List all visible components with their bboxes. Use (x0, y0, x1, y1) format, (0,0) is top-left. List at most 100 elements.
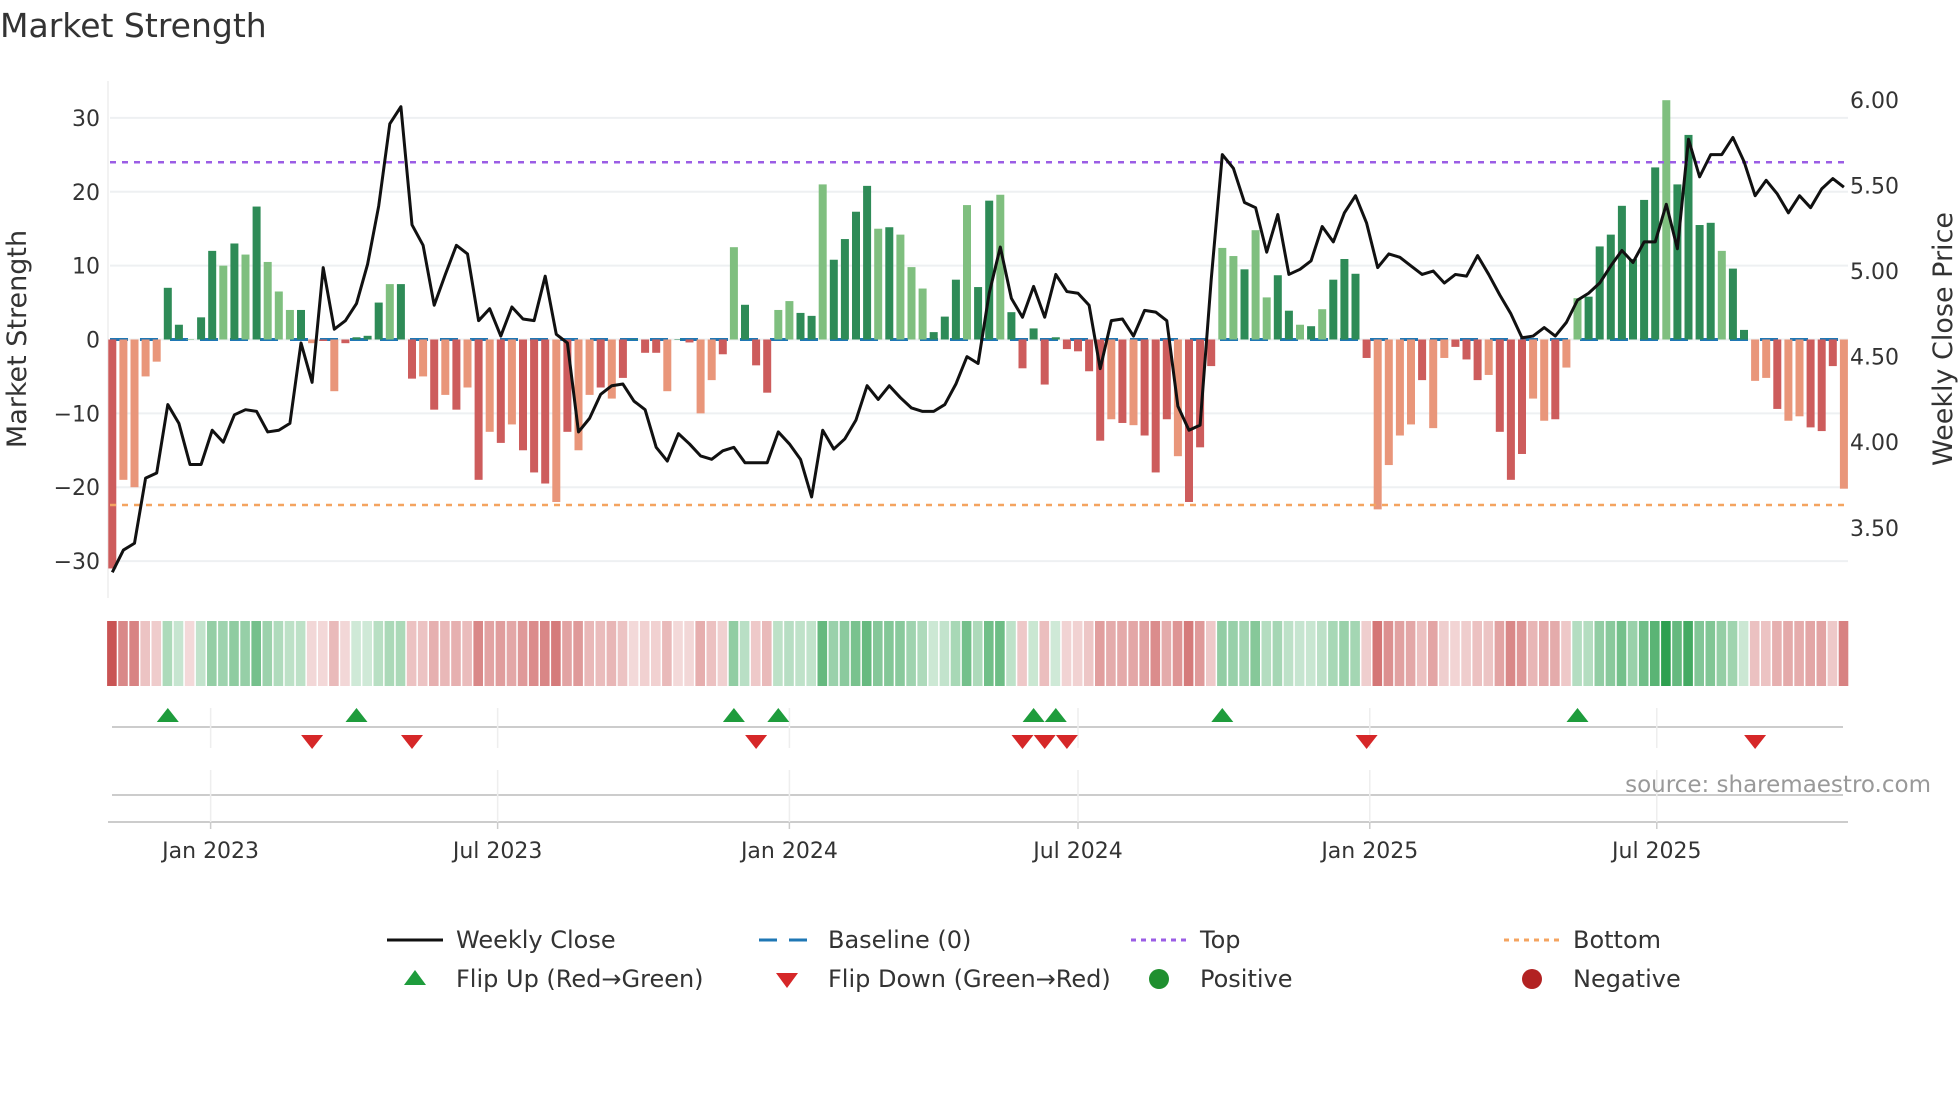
strength-bar (1595, 246, 1604, 340)
y-axis-label: Market Strength (2, 230, 33, 448)
strength-strip-cell (1006, 621, 1016, 686)
strength-strip-cell (1139, 621, 1149, 686)
strength-strip-cell (884, 621, 894, 686)
strength-bar (1440, 339, 1449, 358)
strength-bar (996, 194, 1005, 340)
strength-bar (1617, 205, 1626, 340)
strength-strip-cell (984, 621, 994, 686)
strength-bar (1129, 339, 1138, 426)
strength-bar (618, 339, 627, 378)
strength-strip-cell (1783, 621, 1793, 686)
strength-strip-cell (340, 621, 350, 686)
strength-bar (1706, 222, 1715, 340)
legend-triangle-up-icon (404, 970, 426, 985)
legend-item-dot-bottom: Bottom (1504, 926, 1661, 954)
strength-strip-cell (606, 621, 617, 686)
strength-strip-cell (1072, 621, 1083, 686)
strength-strip-cell (950, 621, 961, 686)
strength-strip-cell (129, 621, 139, 686)
strength-bar (519, 339, 527, 451)
strength-strip-cell (395, 621, 406, 686)
x-tick-label: Jul 2024 (1031, 839, 1123, 864)
strength-bar (341, 339, 350, 344)
strength-strip-cell (1594, 621, 1605, 686)
legend-circle-positive-icon (1149, 969, 1169, 989)
market-strength-chart: 30 20 10 0 −10 −20 −30 6.00 5.50 5.00 4.50 4.00 3.50… (2, 81, 1959, 993)
strength-strip-cell (273, 621, 284, 686)
strength-bar (774, 309, 783, 340)
strength-bar (1373, 339, 1382, 510)
strength-strip-cell (1050, 621, 1061, 686)
strength-strip-cell (1061, 621, 1072, 686)
strength-strip-cell (1017, 621, 1027, 686)
strength-strip-cell (195, 621, 206, 686)
strength-bar (1118, 339, 1127, 423)
strength-bar (585, 339, 594, 395)
strength-bar (419, 339, 428, 377)
legend-item-circle-neg: Negative (1522, 965, 1681, 993)
strength-bar (885, 227, 894, 340)
y-tick-label: −20 (54, 476, 100, 501)
strength-bar (741, 304, 749, 340)
strength-strip-cell (1561, 621, 1571, 686)
strength-strip-cell (928, 621, 939, 686)
strength-bar (596, 339, 605, 388)
legend-item-tri-up: Flip Up (Red→Green) (404, 965, 704, 993)
y-tick-label: 0 (86, 329, 100, 354)
strength-bar (1484, 339, 1493, 375)
strength-strip-cell (1661, 621, 1671, 686)
flip-down-marker (1033, 735, 1056, 749)
legend-item-circle-pos: Positive (1149, 965, 1293, 993)
strength-bar (729, 247, 738, 340)
strength-strip-cell (1194, 621, 1205, 686)
strength-bar (1817, 339, 1826, 432)
strength-strip-cell (184, 621, 195, 686)
strength-strip-cell (828, 621, 839, 686)
strength-strip-cell (850, 621, 861, 686)
strength-strip-cell (1483, 621, 1494, 686)
y-tick-label: −10 (54, 402, 100, 427)
strength-strip-cell (1827, 621, 1838, 686)
strength-bar (1140, 339, 1149, 436)
strength-bar (1318, 309, 1327, 340)
strength-strip-cell (417, 621, 428, 686)
strength-bar (1029, 328, 1038, 340)
strength-bar (752, 339, 761, 366)
y2-tick-label: 3.50 (1850, 517, 1899, 542)
strength-bar (1551, 339, 1560, 420)
strength-strip-cell (773, 621, 783, 686)
strength-strip-cell (762, 621, 772, 686)
x-tick-label: Jul 2023 (451, 839, 543, 864)
legend-label: Flip Down (Green→Red) (828, 965, 1111, 993)
strength-strip-cell (1217, 621, 1227, 686)
legend-triangle-down-icon (776, 973, 798, 988)
strength-strip-cell (473, 621, 483, 686)
strength-strip-cell (1627, 621, 1638, 686)
strength-bar (818, 184, 827, 340)
legend-label: Baseline (0) (828, 926, 971, 954)
strength-bar (1717, 250, 1726, 340)
strength-strip-cell (961, 621, 972, 686)
legend-item-dash: Baseline (0) (759, 926, 971, 954)
y-tick-label: 30 (72, 107, 100, 132)
strength-bar (1296, 324, 1304, 340)
strength-strip-cell (662, 621, 672, 686)
strength-strip-cell (1838, 621, 1849, 686)
strength-strip-cell (1505, 621, 1516, 686)
flip-down-marker (1355, 735, 1378, 749)
strength-strip-cell (1405, 621, 1416, 686)
strength-bar (1495, 339, 1504, 432)
strength-bar (1473, 339, 1482, 381)
strength-bar (530, 339, 539, 473)
strength-strip-cell (140, 621, 150, 686)
strength-strip-cell (1294, 621, 1305, 686)
strength-strip-cell (462, 621, 472, 686)
strength-bar (297, 309, 305, 340)
strength-bar (951, 279, 960, 340)
strength-bar (285, 309, 294, 340)
strength-strip-cell (1550, 621, 1560, 686)
strength-bar (1540, 339, 1549, 421)
strength-strip-cell (1650, 621, 1660, 686)
strength-bar (541, 339, 550, 484)
strength-bar (552, 339, 561, 502)
